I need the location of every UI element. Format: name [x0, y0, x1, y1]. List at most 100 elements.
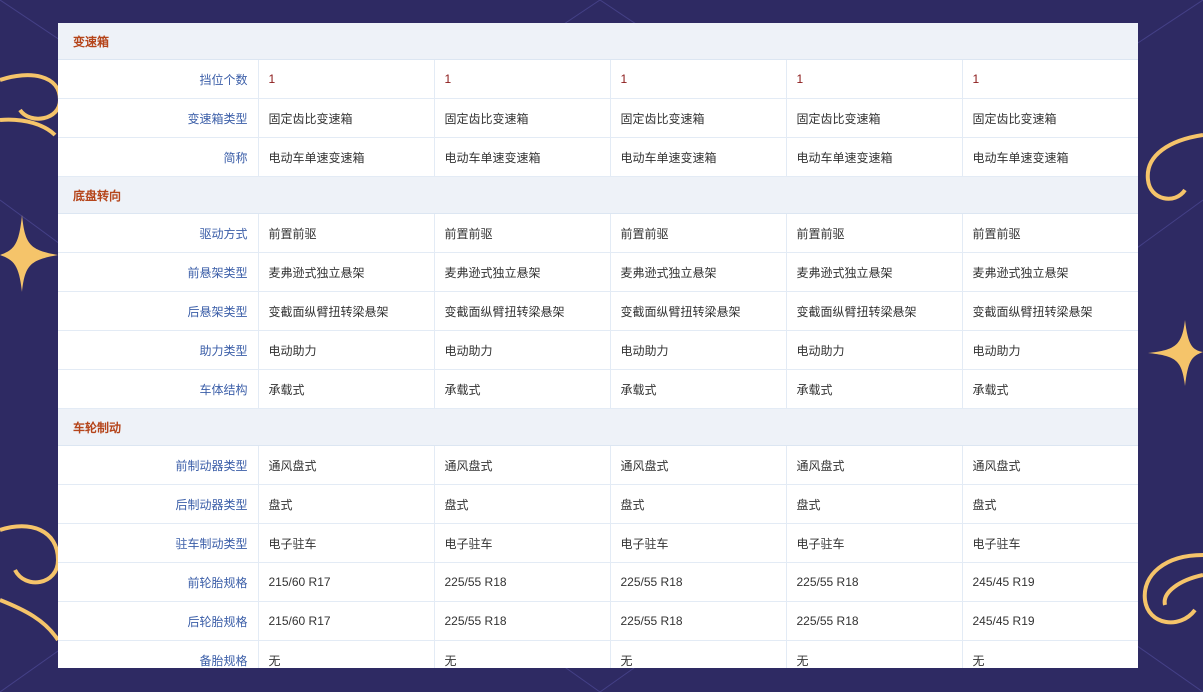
row-label: 驱动方式 — [58, 213, 259, 253]
table-row: 助力类型 电动助力 电动助力 电动助力 电动助力 电动助力 — [58, 330, 1138, 370]
cell-value: 盘式 — [962, 484, 1138, 524]
cell-value: 麦弗逊式独立悬架 — [434, 252, 611, 292]
cell-value: 电动助力 — [258, 330, 435, 370]
cell-value: 225/55 R18 — [610, 601, 787, 641]
cell-value: 盘式 — [258, 484, 435, 524]
cell-value: 电动车单速变速箱 — [786, 137, 963, 177]
spec-table: 变速箱 挡位个数 1 1 1 1 1 变速箱类型 固定齿比变速箱 固定齿比变速箱… — [58, 23, 1138, 668]
cell-value: 电动车单速变速箱 — [434, 137, 611, 177]
section-title: 车轮制动 — [58, 408, 1138, 446]
cell-value: 通风盘式 — [962, 445, 1138, 485]
cell-value: 电动车单速变速箱 — [962, 137, 1138, 177]
table-row: 变速箱类型 固定齿比变速箱 固定齿比变速箱 固定齿比变速箱 固定齿比变速箱 固定… — [58, 98, 1138, 138]
table-row: 前悬架类型 麦弗逊式独立悬架 麦弗逊式独立悬架 麦弗逊式独立悬架 麦弗逊式独立悬… — [58, 252, 1138, 292]
row-label: 挡位个数 — [58, 59, 259, 99]
cell-value: 承载式 — [962, 369, 1138, 409]
cell-value: 电动助力 — [962, 330, 1138, 370]
cell-value: 固定齿比变速箱 — [786, 98, 963, 138]
cell-value: 通风盘式 — [786, 445, 963, 485]
cell-value: 前置前驱 — [610, 213, 787, 253]
cell-value: 215/60 R17 — [258, 562, 435, 602]
cell-value: 无 — [258, 640, 435, 668]
cell-value: 电子驻车 — [786, 523, 963, 563]
cell-value: 1 — [434, 59, 611, 99]
cell-value: 电动车单速变速箱 — [258, 137, 435, 177]
row-label: 驻车制动类型 — [58, 523, 259, 563]
row-label: 变速箱类型 — [58, 98, 259, 138]
cell-value: 变截面纵臂扭转梁悬架 — [962, 291, 1138, 331]
cell-value: 承载式 — [434, 369, 611, 409]
table-row: 挡位个数 1 1 1 1 1 — [58, 59, 1138, 99]
cell-value: 电动助力 — [434, 330, 611, 370]
cell-value: 通风盘式 — [258, 445, 435, 485]
cell-value: 电动助力 — [786, 330, 963, 370]
row-label: 车体结构 — [58, 369, 259, 409]
table-row: 后轮胎规格 215/60 R17 225/55 R18 225/55 R18 2… — [58, 601, 1138, 641]
cell-value: 麦弗逊式独立悬架 — [258, 252, 435, 292]
cell-value: 225/55 R18 — [786, 601, 963, 641]
cell-value: 前置前驱 — [786, 213, 963, 253]
row-label: 后制动器类型 — [58, 484, 259, 524]
cell-value: 盘式 — [786, 484, 963, 524]
section-header-wheels-brakes: 车轮制动 — [58, 408, 1138, 446]
cell-value: 电动助力 — [610, 330, 787, 370]
section-title: 变速箱 — [58, 23, 1138, 60]
table-row: 后制动器类型 盘式 盘式 盘式 盘式 盘式 — [58, 484, 1138, 524]
cell-value: 无 — [610, 640, 787, 668]
cell-value: 固定齿比变速箱 — [610, 98, 787, 138]
row-label: 助力类型 — [58, 330, 259, 370]
table-row: 后悬架类型 变截面纵臂扭转梁悬架 变截面纵臂扭转梁悬架 变截面纵臂扭转梁悬架 变… — [58, 291, 1138, 331]
cell-value: 1 — [258, 59, 435, 99]
cell-value: 承载式 — [610, 369, 787, 409]
cell-value: 215/60 R17 — [258, 601, 435, 641]
cell-value: 245/45 R19 — [962, 601, 1138, 641]
row-label: 简称 — [58, 137, 259, 177]
sparkle-icon-left — [0, 215, 58, 292]
cell-value: 1 — [610, 59, 787, 99]
cell-value: 承载式 — [786, 369, 963, 409]
cell-value: 变截面纵臂扭转梁悬架 — [786, 291, 963, 331]
cell-value: 电动车单速变速箱 — [610, 137, 787, 177]
cell-value: 盘式 — [434, 484, 611, 524]
table-row: 简称 电动车单速变速箱 电动车单速变速箱 电动车单速变速箱 电动车单速变速箱 电… — [58, 137, 1138, 177]
cell-value: 前置前驱 — [962, 213, 1138, 253]
cell-value: 225/55 R18 — [610, 562, 787, 602]
row-label: 后轮胎规格 — [58, 601, 259, 641]
cloud-swirl-icon-right — [1142, 133, 1203, 625]
row-label: 后悬架类型 — [58, 291, 259, 331]
cell-value: 无 — [962, 640, 1138, 668]
section-header-chassis: 底盘转向 — [58, 176, 1138, 214]
cell-value: 前置前驱 — [434, 213, 611, 253]
table-row: 驱动方式 前置前驱 前置前驱 前置前驱 前置前驱 前置前驱 — [58, 213, 1138, 253]
cell-value: 盘式 — [610, 484, 787, 524]
cell-value: 麦弗逊式独立悬架 — [610, 252, 787, 292]
cell-value: 225/55 R18 — [786, 562, 963, 602]
table-row: 车体结构 承载式 承载式 承载式 承载式 承载式 — [58, 369, 1138, 409]
section-title: 底盘转向 — [58, 176, 1138, 214]
cell-value: 固定齿比变速箱 — [962, 98, 1138, 138]
cell-value: 承载式 — [258, 369, 435, 409]
spec-table-panel: 变速箱 挡位个数 1 1 1 1 1 变速箱类型 固定齿比变速箱 固定齿比变速箱… — [58, 23, 1138, 668]
cell-value: 无 — [786, 640, 963, 668]
table-row: 备胎规格 无 无 无 无 无 — [58, 640, 1138, 668]
cell-value: 麦弗逊式独立悬架 — [786, 252, 963, 292]
table-row: 前制动器类型 通风盘式 通风盘式 通风盘式 通风盘式 通风盘式 — [58, 445, 1138, 485]
row-label: 备胎规格 — [58, 640, 259, 668]
table-row: 前轮胎规格 215/60 R17 225/55 R18 225/55 R18 2… — [58, 562, 1138, 602]
row-label: 前轮胎规格 — [58, 562, 259, 602]
cell-value: 无 — [434, 640, 611, 668]
cell-value: 电子驻车 — [610, 523, 787, 563]
cell-value: 电子驻车 — [962, 523, 1138, 563]
cell-value: 固定齿比变速箱 — [434, 98, 611, 138]
row-label: 前悬架类型 — [58, 252, 259, 292]
row-label: 前制动器类型 — [58, 445, 259, 485]
cell-value: 电子驻车 — [434, 523, 611, 563]
cell-value: 通风盘式 — [434, 445, 611, 485]
cell-value: 通风盘式 — [610, 445, 787, 485]
sparkle-icon-right — [1148, 320, 1203, 386]
cell-value: 变截面纵臂扭转梁悬架 — [258, 291, 435, 331]
cell-value: 变截面纵臂扭转梁悬架 — [434, 291, 611, 331]
cell-value: 前置前驱 — [258, 213, 435, 253]
cell-value: 225/55 R18 — [434, 562, 611, 602]
cell-value: 固定齿比变速箱 — [258, 98, 435, 138]
